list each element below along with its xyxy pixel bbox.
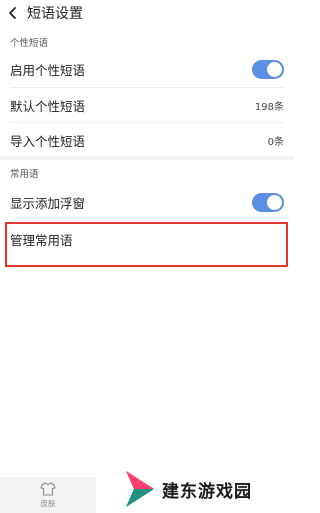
tab-skin[interactable]: 皮肤 (0, 477, 96, 513)
toggle-knob (267, 62, 282, 77)
shirt-icon (40, 481, 56, 496)
row-label: 显示添加浮窗 (10, 196, 86, 211)
row-label: 导入个性短语 (10, 134, 86, 149)
section-divider (0, 156, 294, 160)
toggle-enable-personal[interactable] (252, 60, 284, 79)
row-label: 默认个性短语 (10, 99, 86, 114)
section-label-personal: 个性短语 (10, 38, 49, 49)
watermark-logo-icon (126, 471, 154, 507)
row-import-personal[interactable]: 导入个性短语 0条 (0, 123, 294, 158)
tab-skin-label: 皮肤 (40, 498, 56, 508)
row-default-personal[interactable]: 默认个性短语 198条 (0, 88, 294, 123)
highlight-annotation (5, 222, 288, 267)
back-button[interactable] (0, 0, 26, 26)
toggle-show-float[interactable] (252, 193, 284, 212)
section-label-common: 常用语 (10, 169, 39, 180)
page-title: 短语设置 (27, 6, 83, 22)
toggle-knob (267, 195, 282, 210)
row-label: 启用个性短语 (10, 63, 86, 78)
row-enable-personal[interactable]: 启用个性短语 (0, 52, 294, 87)
divider (10, 220, 284, 221)
row-value: 198条 (254, 102, 284, 113)
row-value: 0条 (267, 137, 284, 148)
header-bar: 短语设置 (0, 0, 294, 26)
chevron-left-icon (9, 7, 16, 19)
watermark: 建东游戏园 (122, 466, 292, 512)
row-show-float[interactable]: 显示添加浮窗 (0, 185, 294, 220)
watermark-text: 建东游戏园 (162, 481, 252, 502)
